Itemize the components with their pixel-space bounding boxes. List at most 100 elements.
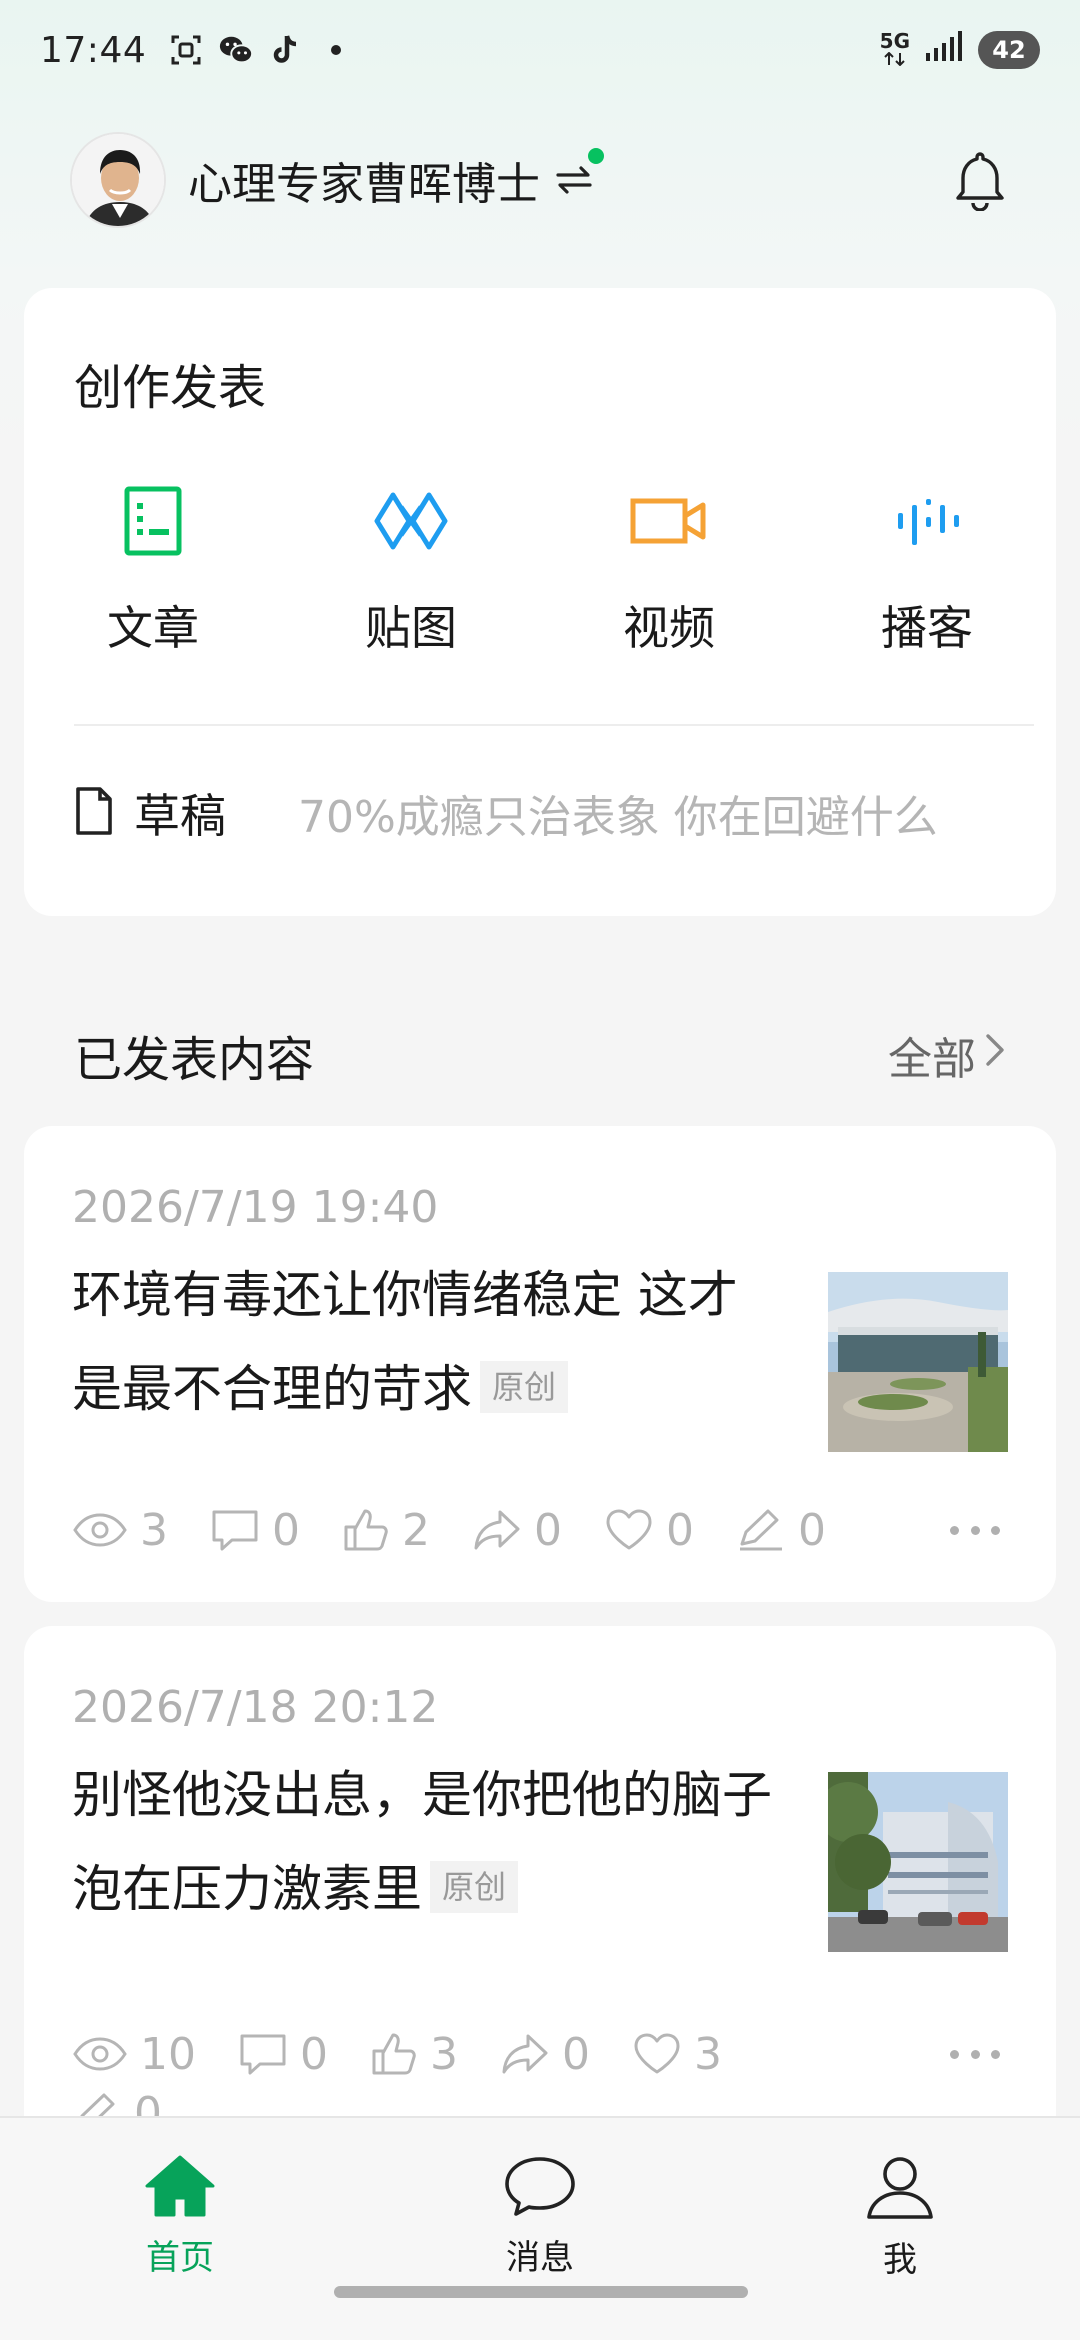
create-video-label: 视频	[623, 601, 715, 655]
message-icon	[503, 2154, 577, 2222]
shares-stat: 0	[472, 1500, 562, 1560]
views-stat: 10	[72, 2024, 196, 2084]
draft-label: 草稿	[134, 789, 226, 843]
post-thumbnail	[828, 1772, 1008, 1952]
post-card[interactable]: 2026/7/19 19:40 环境有毒还让你情绪稳定 这才是最不合理的苛求 原创…	[24, 1126, 1056, 1602]
more-icon[interactable]	[950, 2034, 1000, 2074]
nav-profile[interactable]: 我	[720, 2118, 1080, 2340]
home-indicator[interactable]	[334, 2286, 748, 2298]
shares-stat: 0	[500, 2024, 590, 2084]
create-podcast-label: 播客	[881, 601, 973, 655]
edits-stat: 0	[736, 1500, 826, 1560]
post-stats: 3 0 2 0 0 0	[72, 1500, 1008, 1560]
views-count: 10	[140, 2028, 196, 2080]
video-icon	[624, 478, 714, 564]
published-section-header: 已发表内容 全部	[74, 1020, 1006, 1090]
create-image-post-label: 贴图	[365, 601, 457, 655]
likes-stat: 2	[342, 1500, 430, 1560]
published-title: 已发表内容	[74, 1032, 315, 1088]
podcast-icon	[882, 478, 972, 564]
pen-icon	[740, 1509, 782, 1551]
bottom-navigation: 首页 消息 我	[0, 2116, 1080, 2340]
status-bar: 17:44 5G 42	[0, 0, 1080, 100]
shares-count: 0	[562, 2028, 590, 2080]
create-video-button[interactable]: 视频	[540, 478, 798, 658]
favorites-stat: 0	[604, 1500, 694, 1560]
view-all-label: 全部	[888, 1034, 976, 1085]
heart-icon	[606, 1509, 652, 1550]
create-title: 创作发表	[74, 360, 267, 416]
nav-messages[interactable]: 消息	[360, 2118, 720, 2340]
comment-icon	[212, 1510, 258, 1551]
post-stats: 10 0 3 0 3	[72, 2024, 1008, 2084]
home-icon	[144, 2154, 216, 2222]
views-count: 3	[140, 1504, 168, 1556]
nav-messages-label: 消息	[506, 2238, 574, 2278]
heart-icon	[634, 2033, 680, 2074]
eye-icon	[73, 1513, 127, 1547]
article-icon	[108, 478, 198, 564]
battery-indicator: 42	[978, 31, 1040, 69]
nav-home-label: 首页	[146, 2238, 214, 2278]
create-image-post-button[interactable]: 贴图	[282, 478, 540, 658]
create-article-label: 文章	[107, 601, 199, 655]
chevron-right-icon	[984, 1030, 1006, 1081]
favorites-stat: 3	[632, 2024, 722, 2084]
post-title-text: 别怪他没出息，是你把他的脑子泡在压力激素里	[72, 1766, 772, 1918]
post-card[interactable]: 2026/7/18 20:12 别怪他没出息，是你把他的脑子泡在压力激素里 原创 …	[24, 1626, 1056, 2146]
comments-count: 0	[300, 2028, 328, 2080]
views-stat: 3	[72, 1500, 168, 1560]
original-tag: 原创	[480, 1360, 569, 1413]
image-post-icon	[366, 478, 456, 564]
avatar[interactable]	[70, 132, 166, 228]
network-type: 5G	[879, 29, 910, 68]
original-tag: 原创	[430, 1860, 519, 1913]
draft-row[interactable]: 草稿 70%成瘾只治表象 你在回避什么	[74, 778, 1034, 848]
tiktok-icon	[268, 32, 304, 68]
dot-icon	[318, 32, 354, 68]
post-title: 别怪他没出息，是你把他的脑子泡在压力激素里 原创	[72, 1748, 772, 1936]
create-card: 创作发表 文章 贴图 视频 播客 草稿 70%成瘾只治表象 你在回避什么	[24, 288, 1056, 916]
likes-count: 3	[430, 2028, 458, 2080]
more-icon[interactable]	[950, 1510, 1000, 1550]
status-system-icons: 5G 42	[880, 29, 1040, 72]
nav-profile-label: 我	[883, 2240, 917, 2280]
comment-icon	[240, 2034, 286, 2075]
eye-icon	[73, 2037, 127, 2071]
create-podcast-button[interactable]: 播客	[798, 478, 1056, 658]
profile-icon	[865, 2154, 935, 2224]
post-date: 2026/7/18 20:12	[72, 1682, 439, 1733]
status-time: 17:44	[40, 29, 147, 71]
post-title: 环境有毒还让你情绪稳定 这才是最不合理的苛求 原创	[72, 1248, 772, 1436]
post-thumbnail	[828, 1272, 1008, 1452]
status-notification-icons	[168, 32, 354, 68]
draft-title: 70%成瘾只治表象 你在回避什么	[298, 792, 938, 843]
likes-stat: 3	[370, 2024, 458, 2084]
likes-count: 2	[402, 1504, 430, 1556]
favorites-count: 3	[694, 2028, 722, 2080]
share-icon	[502, 2034, 548, 2074]
network-label: 5G	[879, 29, 910, 53]
thumbs-up-icon	[372, 2033, 416, 2075]
thumbs-up-icon	[344, 1509, 388, 1551]
share-icon	[474, 1510, 520, 1550]
account-name[interactable]: 心理专家曹晖博士	[188, 148, 540, 212]
draft-icon	[74, 786, 114, 840]
divider	[74, 724, 1034, 726]
favorites-count: 0	[666, 1504, 694, 1556]
create-options: 文章 贴图 视频 播客	[24, 478, 1056, 658]
nav-home[interactable]: 首页	[0, 2118, 360, 2340]
create-article-button[interactable]: 文章	[24, 478, 282, 658]
shares-count: 0	[534, 1504, 562, 1556]
comments-count: 0	[272, 1504, 300, 1556]
account-header: 心理专家曹晖博士	[70, 130, 1010, 230]
comments-stat: 0	[210, 1500, 300, 1560]
post-title-text: 环境有毒还让你情绪稳定 这才是最不合理的苛求	[72, 1266, 738, 1418]
edits-count: 0	[798, 1504, 826, 1556]
view-all-button[interactable]: 全部	[888, 1023, 1006, 1087]
swap-icon[interactable]	[554, 148, 604, 202]
wechat-icon	[218, 32, 254, 68]
bell-icon[interactable]	[950, 150, 1010, 211]
comments-stat: 0	[238, 2024, 328, 2084]
post-date: 2026/7/19 19:40	[72, 1182, 439, 1233]
